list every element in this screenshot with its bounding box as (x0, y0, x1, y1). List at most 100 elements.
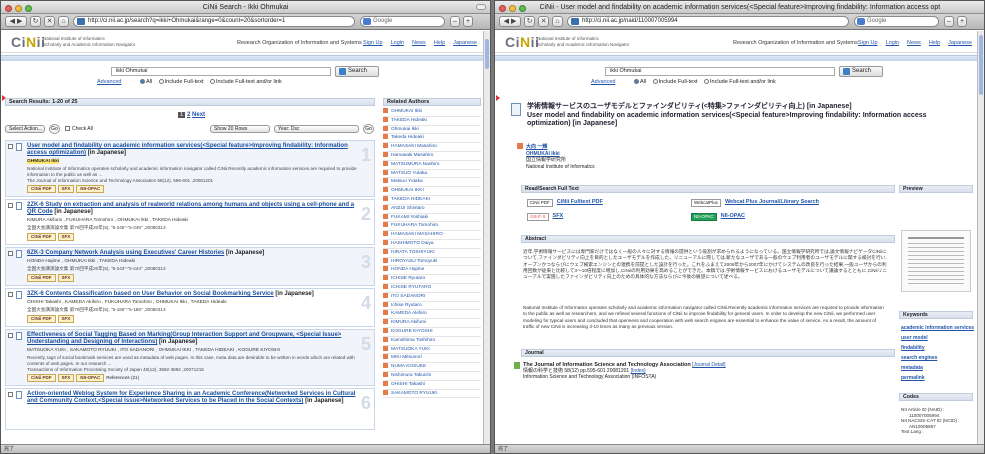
related-author-link[interactable]: HIROYASU Tomoyuki (383, 257, 481, 267)
sort-dropdown[interactable]: Year: Dsc (274, 125, 359, 133)
keyword-link[interactable]: permalink (901, 375, 925, 381)
result-checkbox[interactable] (8, 251, 13, 257)
zoom-button[interactable] (25, 5, 32, 12)
related-author-link[interactable]: NUMA KOSUKE (383, 363, 481, 372)
cinii-logo[interactable]: CiNii (11, 34, 45, 50)
check-all[interactable]: Check All (65, 126, 93, 132)
scrollbar-thumb[interactable] (979, 35, 983, 95)
news-link[interactable]: News (907, 40, 921, 46)
close-button[interactable] (499, 5, 506, 12)
related-author-link[interactable]: MIKI Mitsunori (383, 354, 481, 364)
nii-opac-button[interactable]: NII-OPAC (76, 374, 105, 383)
login-link[interactable]: Login (886, 40, 899, 46)
zoom-out-icon[interactable]: – (944, 16, 954, 27)
radio-all[interactable] (634, 79, 639, 84)
add-icon[interactable]: + (957, 16, 967, 27)
keyword-link[interactable]: academic information services (901, 325, 974, 331)
reload-icon[interactable]: ↻ (524, 16, 535, 27)
window-titlebar[interactable]: CiNii Search - Ikki Ohmukai (1, 1, 490, 14)
vertical-scrollbar[interactable] (977, 31, 984, 444)
preview-thumbnail[interactable] (901, 230, 971, 292)
japanese-link[interactable]: Japanese (948, 40, 972, 46)
webcat-plus-link[interactable]: Webcat Plus Journal/Library Search (725, 199, 819, 205)
page-2-link[interactable]: 2 (187, 112, 190, 118)
toolbar-toggle-button[interactable] (476, 4, 486, 10)
go-button[interactable]: Go (49, 124, 60, 134)
sfx-button[interactable]: SFX (57, 315, 75, 324)
related-author-link[interactable]: MATSUMURA Naohiro (383, 160, 481, 170)
related-author-link[interactable]: Kamishima Toshihiro (383, 336, 481, 346)
vertical-scrollbar[interactable] (483, 31, 490, 444)
select-action-dropdown[interactable]: Select Action... (5, 125, 45, 133)
result-title-link[interactable]: 3ZK-6 Contents Classification based on U… (27, 291, 274, 297)
related-author-link[interactable]: OHMUKAI Ikki (383, 108, 481, 117)
add-icon[interactable]: + (463, 16, 473, 27)
journal-detail-link[interactable]: [Journal Detail] (692, 362, 725, 368)
related-author-link[interactable]: HASHIMOTO Daiya (383, 239, 481, 249)
result-checkbox[interactable] (8, 203, 13, 209)
check-all-checkbox[interactable] (65, 126, 70, 131)
address-bar[interactable]: http://ci.nii.ac.jp/search?q=ikki+Ohmuka… (73, 16, 355, 27)
close-button[interactable] (5, 5, 12, 12)
zoom-button[interactable] (519, 5, 526, 12)
sfx-link[interactable]: SFX (553, 213, 564, 219)
radio-fulltext-link[interactable] (704, 79, 710, 84)
sfx-button[interactable]: SFX (57, 185, 75, 194)
signup-link[interactable]: Sign Up (858, 40, 878, 46)
rows-dropdown[interactable]: Show 20 Rows (210, 125, 270, 133)
radio-fulltext[interactable] (158, 79, 164, 84)
references-link[interactable]: References (21) (106, 375, 139, 380)
radio-fulltext[interactable] (652, 79, 658, 84)
related-author-link[interactable]: HAMASAKI Masahiro (383, 143, 481, 152)
related-author-link[interactable]: ANZUI Shintaro (383, 204, 481, 214)
home-icon[interactable]: ⌂ (58, 16, 69, 27)
back-forward-button[interactable]: ◀ ▶ (499, 16, 521, 27)
author-en-link[interactable]: OHMUKAI Ikki (526, 151, 560, 157)
home-icon[interactable]: ⌂ (552, 16, 563, 27)
help-link[interactable]: Help (929, 40, 940, 46)
web-search-field[interactable]: Google (360, 16, 445, 27)
back-forward-button[interactable]: ◀ ▶ (5, 16, 27, 27)
stop-icon[interactable]: ✕ (538, 16, 549, 27)
search-input[interactable]: ikki Ohmukai (111, 67, 331, 76)
related-author-link[interactable]: Ichise Ryutaro (383, 301, 481, 311)
cinii-pdf-button[interactable]: CiNii PDF (27, 315, 56, 324)
related-author-link[interactable]: HIRATA TOSHIYUKI (383, 248, 481, 258)
related-author-link[interactable]: KOGURE KIYOSHI (383, 327, 481, 337)
advanced-link[interactable]: Advanced (97, 79, 121, 85)
scrollbar-thumb[interactable] (485, 39, 489, 69)
next-link[interactable]: Next (192, 112, 205, 118)
cinii-fulltext-pdf-link[interactable]: CiNii Fulltext PDF (557, 199, 603, 205)
zoom-out-icon[interactable]: – (450, 16, 460, 27)
nii-opac-button[interactable]: NII-OPAC (76, 185, 105, 194)
cinii-logo[interactable]: CiNii (505, 34, 539, 50)
related-author-link[interactable]: TAKEDA HIDEAKI (383, 195, 481, 205)
news-link[interactable]: News (412, 40, 426, 46)
login-link[interactable]: Login (391, 40, 404, 46)
result-checkbox[interactable] (8, 292, 13, 298)
sfx-button[interactable]: SFX (57, 374, 75, 383)
signup-link[interactable]: Sign Up (363, 40, 383, 46)
sfx-button[interactable]: SFX (57, 233, 75, 242)
related-author-link[interactable]: Hamasaki Masahiro (383, 151, 481, 161)
sort-go-button[interactable]: Go (363, 124, 374, 134)
related-author-link[interactable]: TAKEDA Hideaki (383, 116, 481, 126)
related-author-link[interactable]: FUKAMI Yoshiaki (383, 213, 481, 223)
search-input[interactable]: ikki Ohmukai (605, 67, 835, 76)
search-button[interactable]: Search (839, 66, 883, 77)
cinii-pdf-button[interactable]: CiNii PDF (27, 185, 56, 194)
nii-opac-link[interactable]: NII-OPAC (721, 213, 745, 219)
keyword-link[interactable]: user model (901, 335, 928, 341)
related-author-link[interactable]: KAMEDA Akihiro (383, 310, 481, 320)
related-author-link[interactable]: MATSUO Yutaka (383, 169, 481, 179)
reload-icon[interactable]: ↻ (30, 16, 41, 27)
related-author-link[interactable]: Ohmukai Ikki (383, 125, 481, 135)
result-title-link[interactable]: User model and findability on academic i… (27, 143, 348, 156)
radio-all[interactable] (140, 79, 145, 84)
window-titlebar[interactable]: CiNii - User model and findability on ac… (495, 1, 984, 14)
radio-fulltext-link[interactable] (210, 79, 216, 84)
related-author-link[interactable]: ICHISE RYUTARO (383, 283, 481, 293)
cinii-pdf-button[interactable]: CiNii PDF (27, 274, 56, 283)
address-bar[interactable]: http://ci.nii.ac.jp/naid/110007005994 (567, 16, 849, 27)
search-button[interactable]: Search (335, 66, 379, 77)
